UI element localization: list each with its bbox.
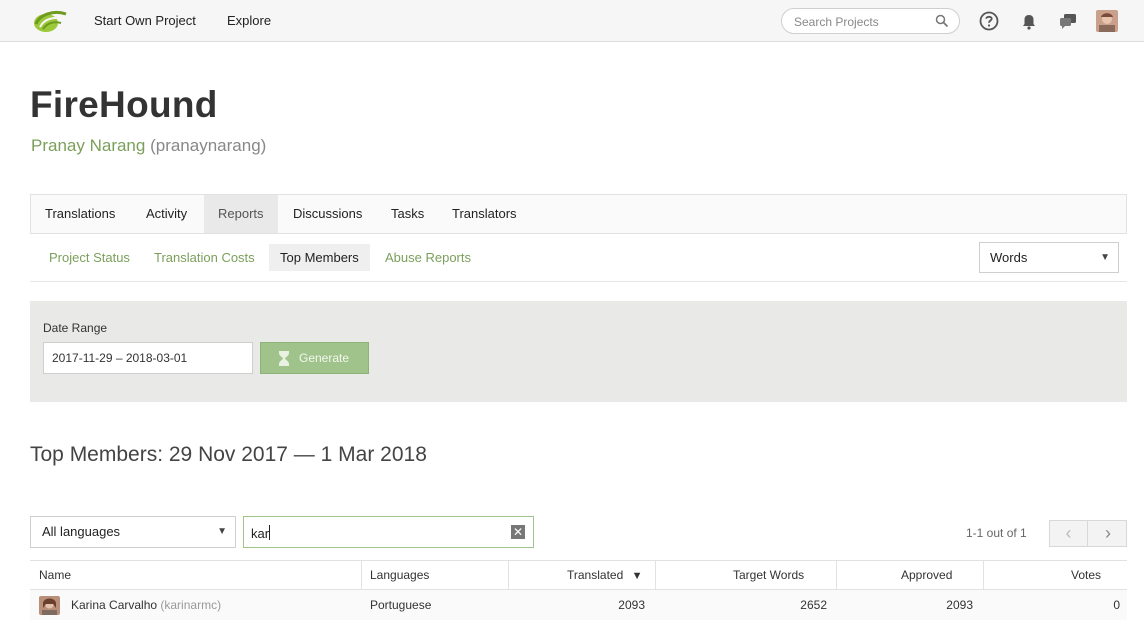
member-name: Karina Carvalho (karinarmc) [71,590,221,620]
member-translated: 2093 [618,598,645,612]
col-target-words[interactable]: Target Words [733,561,804,589]
project-tabs: Translations Activity Reports Discussion… [30,194,1127,234]
member-name-link[interactable]: Karina Carvalho [71,598,157,612]
owner-name-link[interactable]: Pranay Narang [31,136,145,155]
user-avatar[interactable] [1096,10,1118,32]
pagination-text: 1-1 out of 1 [966,526,1027,540]
pagination-controls: ‹ › [1049,520,1127,547]
hourglass-icon [279,351,289,366]
caret-down-icon: ▼ [1100,252,1110,263]
tab-tasks[interactable]: Tasks [377,195,438,233]
next-page-icon[interactable]: › [1089,521,1127,546]
date-range-label: Date Range [43,321,108,335]
metric-select[interactable]: Words ▼ [979,242,1119,273]
col-name[interactable]: Name [39,561,71,589]
start-own-project-link[interactable]: Start Own Project [94,13,196,28]
subtab-top-members[interactable]: Top Members [269,244,370,271]
subtab-project-status[interactable]: Project Status [38,244,141,271]
table-row[interactable]: Karina Carvalho (karinarmc) Portuguese 2… [30,590,1127,620]
explore-link[interactable]: Explore [227,13,271,28]
language-select[interactable]: All languages ▼ [30,516,236,548]
tab-discussions[interactable]: Discussions [279,195,376,233]
prev-page-icon[interactable]: ‹ [1050,521,1088,546]
date-range-panel: Date Range 2017-11-29 – 2018-03-01 Gener… [30,301,1127,402]
member-target-words: 2652 [800,598,827,612]
clear-filter-icon[interactable]: ✕ [511,525,525,539]
tab-activity[interactable]: Activity [132,195,201,233]
section-title: Top Members: 29 Nov 2017 — 1 Mar 2018 [30,443,427,466]
language-select-value: All languages [42,524,121,539]
owner-handle: (pranaynarang) [150,136,267,155]
member-votes: 0 [1113,598,1120,612]
generate-button[interactable]: Generate [260,342,369,374]
crowdin-logo-icon[interactable] [32,8,68,34]
caret-down-icon: ▼ [217,526,227,537]
subtab-abuse-reports[interactable]: Abuse Reports [374,244,482,271]
help-icon[interactable] [978,10,1000,32]
report-subtabs: Project Status Translation Costs Top Mem… [30,234,1127,282]
date-range-input[interactable]: 2017-11-29 – 2018-03-01 [43,342,253,374]
subtab-translation-costs[interactable]: Translation Costs [143,244,266,271]
project-owner: Pranay Narang (pranaynarang) [31,136,266,156]
col-languages[interactable]: Languages [370,561,429,589]
tab-translations[interactable]: Translations [31,195,129,233]
chat-icon[interactable] [1057,10,1079,32]
member-username: (karinarmc) [160,598,222,612]
member-filter-input[interactable]: kar ✕ [243,516,534,548]
top-navbar: Start Own Project Explore [0,0,1144,42]
member-filter-value: kar [251,525,271,541]
search-input[interactable] [794,14,934,30]
sort-desc-icon: ▼ [631,570,643,582]
member-avatar[interactable] [39,596,60,615]
members-table-header: Name Languages Translated ▼ Target Words… [30,560,1127,590]
member-language: Portuguese [370,598,432,612]
generate-label: Generate [299,351,350,365]
col-approved[interactable]: Approved [901,561,952,589]
project-title: FireHound [30,84,218,125]
tab-translators[interactable]: Translators [438,195,531,233]
col-votes[interactable]: Votes [1071,561,1101,589]
bell-icon[interactable] [1018,10,1040,32]
metric-select-value: Words [990,250,1028,265]
search-projects-box[interactable] [781,8,960,34]
tab-reports[interactable]: Reports [204,195,278,233]
search-icon[interactable] [935,14,949,28]
member-approved: 2093 [946,598,973,612]
col-translated[interactable]: Translated ▼ [567,561,642,589]
